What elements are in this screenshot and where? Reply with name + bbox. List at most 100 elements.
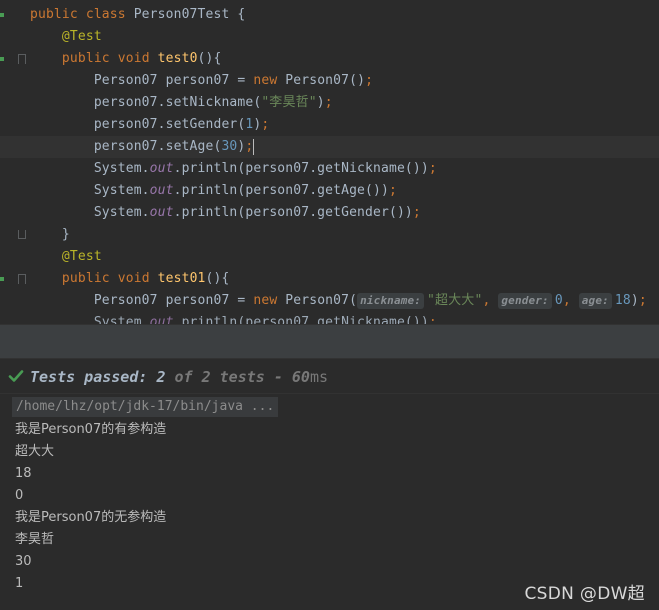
code-token: 0 bbox=[554, 293, 563, 308]
code-text: System.out.println(person07.getNickname(… bbox=[30, 312, 437, 324]
code-token: ; bbox=[412, 205, 421, 220]
console-line: 李昊哲 bbox=[15, 532, 55, 547]
code-text: System.out.println(person07.getAge()); bbox=[30, 180, 397, 202]
code-token: 30 bbox=[221, 139, 238, 154]
code-line[interactable]: @Test bbox=[0, 26, 659, 48]
code-token: System. bbox=[30, 315, 150, 324]
code-token: System. bbox=[30, 205, 150, 220]
code-token: ) bbox=[316, 95, 325, 110]
of-label: of bbox=[165, 368, 202, 386]
code-token: 18 bbox=[614, 293, 631, 308]
code-line[interactable]: Person07 person07 = new Person07(nicknam… bbox=[0, 290, 659, 312]
code-token: "超大大" bbox=[427, 293, 483, 308]
code-token: public void bbox=[61, 271, 158, 286]
code-line[interactable]: Person07 person07 = new Person07(); bbox=[0, 70, 659, 92]
duration: - 60 bbox=[264, 368, 310, 386]
code-token: ; bbox=[428, 315, 437, 324]
code-text: person07.setNickname("李昊哲"); bbox=[30, 92, 333, 114]
status-label: Tests passed: bbox=[30, 368, 157, 386]
code-token: out bbox=[149, 205, 174, 220]
code-token: ; bbox=[365, 73, 374, 88]
code-editor[interactable]: public class Person07Test { @Test public… bbox=[0, 0, 659, 324]
code-token: @Test bbox=[61, 29, 102, 44]
code-token: ; bbox=[428, 161, 437, 176]
code-text: @Test bbox=[30, 246, 102, 268]
code-token: .println(person07.getNickname()) bbox=[173, 315, 429, 324]
code-line[interactable]: System.out.println(person07.getGender())… bbox=[0, 202, 659, 224]
run-test-icon[interactable] bbox=[0, 13, 4, 17]
code-token: new bbox=[253, 293, 286, 308]
code-text: System.out.println(person07.getNickname(… bbox=[30, 158, 437, 180]
code-text: } bbox=[30, 224, 70, 246]
code-token: System. bbox=[30, 161, 150, 176]
code-token: Person07( bbox=[285, 293, 358, 308]
console-line: 1 bbox=[15, 576, 24, 591]
run-tool-window: Tests passed: 2 of 2 tests - 60ms /home/… bbox=[0, 358, 659, 610]
parameter-hint: age: bbox=[578, 293, 612, 309]
test-status-text: Tests passed: 2 of 2 tests - 60ms bbox=[30, 359, 328, 395]
code-line[interactable]: System.out.println(person07.getNickname(… bbox=[0, 312, 659, 324]
console-line: 30 bbox=[15, 554, 32, 569]
code-token: ) bbox=[630, 293, 639, 308]
code-text: Person07 person07 = new Person07(nicknam… bbox=[30, 290, 647, 312]
code-token: person07.setGender( bbox=[30, 117, 246, 132]
code-line[interactable]: person07.setAge(30); bbox=[0, 136, 659, 158]
parameter-hint: nickname: bbox=[357, 293, 425, 309]
code-token: , bbox=[482, 293, 499, 308]
code-token: Person07() bbox=[285, 73, 366, 88]
duration-unit: ms bbox=[309, 368, 329, 386]
console-line: 超大大 bbox=[15, 444, 55, 459]
code-token: public class bbox=[30, 7, 134, 22]
code-token: Person07Test { bbox=[133, 7, 246, 22]
console-line: 0 bbox=[15, 488, 24, 503]
code-token: .println(person07.getNickname()) bbox=[173, 161, 429, 176]
code-text: public void test01(){ bbox=[30, 268, 229, 290]
panel-divider[interactable] bbox=[0, 324, 659, 358]
code-token: "李昊哲" bbox=[261, 95, 317, 110]
code-token: Person07 person07 = bbox=[30, 293, 254, 308]
code-line[interactable]: person07.setNickname("李昊哲"); bbox=[0, 92, 659, 114]
parameter-hint: gender: bbox=[498, 293, 552, 309]
fold-icon[interactable] bbox=[18, 230, 26, 239]
code-token: ; bbox=[324, 95, 333, 110]
code-token: } bbox=[30, 227, 70, 242]
console-output[interactable]: /home/lhz/opt/jdk-17/bin/java ... 我是Pers… bbox=[0, 396, 659, 610]
code-text: System.out.println(person07.getGender())… bbox=[30, 202, 421, 224]
code-line[interactable]: public void test0(){ bbox=[0, 48, 659, 70]
console-command-line[interactable]: /home/lhz/opt/jdk-17/bin/java ... bbox=[12, 397, 279, 417]
code-text: Person07 person07 = new Person07(); bbox=[30, 70, 373, 92]
code-line[interactable]: @Test bbox=[0, 246, 659, 268]
code-token: test0 bbox=[157, 51, 198, 66]
code-token: new bbox=[253, 73, 286, 88]
code-token: .println(person07.getGender()) bbox=[173, 205, 413, 220]
run-test-icon[interactable] bbox=[0, 277, 4, 281]
code-line[interactable]: System.out.println(person07.getNickname(… bbox=[0, 158, 659, 180]
code-line[interactable]: person07.setGender(1); bbox=[0, 114, 659, 136]
code-token: ; bbox=[245, 139, 254, 154]
code-token: person07.setNickname( bbox=[30, 95, 262, 110]
code-line[interactable]: } bbox=[0, 224, 659, 246]
fold-icon[interactable] bbox=[18, 54, 26, 64]
code-token: .println(person07.getAge()) bbox=[173, 183, 389, 198]
text-caret bbox=[253, 138, 255, 155]
console-line: 18 bbox=[15, 466, 32, 481]
code-token: test01 bbox=[157, 271, 206, 286]
code-line[interactable]: System.out.println(person07.getAge()); bbox=[0, 180, 659, 202]
watermark: CSDN @DW超 bbox=[524, 584, 645, 604]
console-line: 我是Person07的有参构造 bbox=[15, 422, 167, 437]
fold-icon[interactable] bbox=[18, 274, 26, 284]
run-test-icon[interactable] bbox=[0, 57, 4, 61]
code-token: , bbox=[562, 293, 579, 308]
code-line[interactable]: public class Person07Test { bbox=[0, 4, 659, 26]
code-token: out bbox=[149, 183, 174, 198]
code-token: (){ bbox=[197, 51, 222, 66]
code-text: public void test0(){ bbox=[30, 48, 221, 70]
code-token: System. bbox=[30, 183, 150, 198]
code-line[interactable]: public void test01(){ bbox=[0, 268, 659, 290]
total-count: 2 tests bbox=[201, 368, 265, 386]
test-status-bar: Tests passed: 2 of 2 tests - 60ms bbox=[0, 358, 659, 394]
code-token: (){ bbox=[205, 271, 230, 286]
